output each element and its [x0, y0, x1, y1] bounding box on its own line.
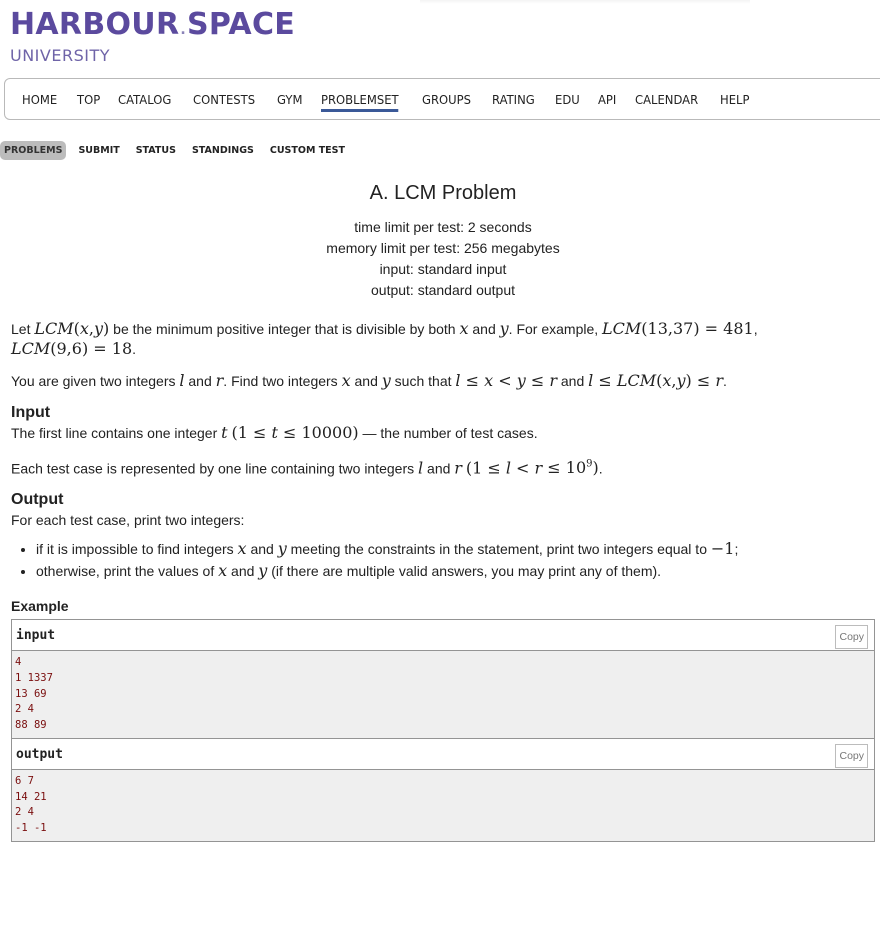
logo-subtitle: UNIVERSITY: [10, 46, 110, 65]
sample-input-label: input: [16, 628, 56, 644]
sample-test: input Copy 4 1 1337 13 69 2 4 88 89 outp…: [11, 619, 875, 842]
input-paragraph-2: Each test case is represented by one lin…: [11, 458, 603, 478]
top-edge-shadow: [420, 0, 750, 4]
problemset-subtabs: PROBLEMS SUBMIT STATUS STANDINGS CUSTOM …: [0, 141, 357, 160]
input-source: input: standard input: [379, 261, 507, 277]
legend-paragraph-2: You are given two integers l and r. Find…: [11, 371, 727, 390]
subtab-status[interactable]: STATUS: [132, 141, 180, 160]
memory-limit: memory limit per test: 256 megabytes: [326, 240, 560, 256]
sample-input-header: input Copy: [12, 620, 874, 652]
problem-title: A. LCM Problem: [369, 182, 517, 204]
copy-input-button[interactable]: Copy: [835, 625, 868, 650]
input-section-title: Input: [11, 404, 51, 421]
menu-item-catalog[interactable]: CATALOG: [118, 92, 171, 107]
menu-item-rating[interactable]: RATING: [492, 92, 535, 107]
output-rule-1: if it is impossible to find integers x a…: [36, 538, 875, 560]
menu-item-edu[interactable]: EDU: [555, 92, 580, 107]
sample-input-text: 4 1 1337 13 69 2 4 88 89: [12, 651, 874, 738]
menu-item-gym[interactable]: GYM: [277, 92, 302, 107]
subtab-standings[interactable]: STANDINGS: [188, 141, 258, 160]
sample-output-text: 6 7 14 21 2 4 -1 -1: [12, 769, 874, 841]
subtab-problems[interactable]: PROBLEMS: [0, 141, 67, 160]
menu-item-groups[interactable]: GROUPS: [422, 92, 471, 107]
menu-item-api[interactable]: API: [598, 92, 616, 107]
output-rules-list: if it is impossible to find integers x a…: [11, 538, 875, 582]
menu-item-problemset[interactable]: PROBLEMSET: [321, 92, 400, 112]
menu-item-top[interactable]: TOP: [77, 92, 100, 107]
menu-item-contests[interactable]: CONTESTS: [193, 92, 255, 107]
example-title: Example: [11, 598, 69, 615]
legend-paragraph-1: Let LCM(x,y) be the minimum positive int…: [11, 319, 758, 358]
site-logo[interactable]: HARBOUR.SPACE UNIVERSITY: [10, 8, 295, 65]
copy-output-button[interactable]: Copy: [835, 743, 868, 768]
menu-item-help[interactable]: HELP: [720, 92, 749, 107]
sample-output-header: output Copy: [12, 737, 874, 770]
menu-item-home[interactable]: HOME: [22, 92, 57, 107]
subtab-submit[interactable]: SUBMIT: [74, 141, 123, 160]
input-paragraph-1: The first line contains one integer t (1…: [11, 423, 538, 442]
output-source: output: standard output: [371, 282, 515, 298]
subtab-custom-test[interactable]: CUSTOM TEST: [266, 141, 349, 160]
menu-item-calendar[interactable]: CALENDAR: [635, 92, 698, 107]
problem-statement: A. LCM Problem time limit per test: 2 se…: [11, 182, 875, 842]
sample-output-label: output: [16, 746, 63, 762]
problem-limits: time limit per test: 2 seconds memory li…: [11, 217, 875, 301]
output-intro: For each test case, print two integers:: [11, 512, 245, 529]
logo-wordmark: HARBOUR.SPACE: [10, 7, 296, 42]
output-section-title: Output: [11, 491, 64, 509]
output-rule-2: otherwise, print the values of x and y (…: [36, 560, 875, 582]
legend: Let LCM(x,y) be the minimum positive int…: [11, 319, 875, 842]
time-limit: time limit per test: 2 seconds: [354, 219, 532, 235]
main-menu: HOME TOP CATALOG CONTESTS GYM PROBLEMSET…: [4, 78, 880, 120]
